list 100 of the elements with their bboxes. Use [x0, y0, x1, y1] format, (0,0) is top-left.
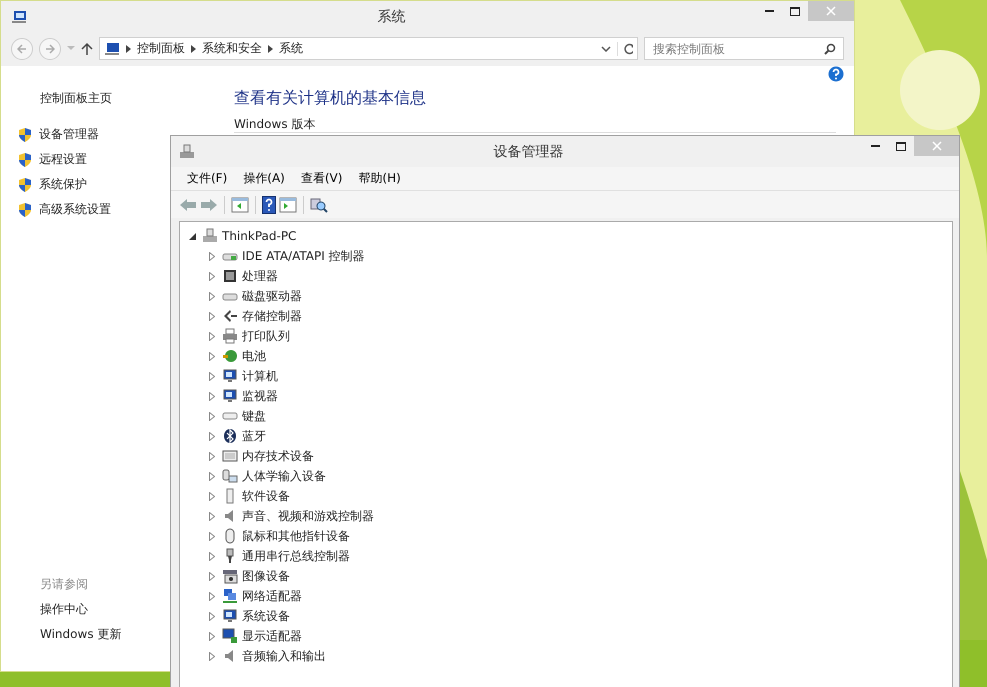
minimize-icon	[870, 144, 880, 148]
shield-icon	[17, 202, 33, 218]
tree-item[interactable]: IDE ATA/ATAPI 控制器	[242, 248, 365, 264]
search-icon[interactable]	[824, 43, 836, 55]
sidebar-link[interactable]: Windows 更新	[17, 622, 122, 647]
expand-arrow-icon[interactable]	[206, 612, 218, 620]
tree-item[interactable]: 系统设备	[242, 608, 290, 624]
tree-item[interactable]: 键盘	[242, 408, 266, 424]
tree-item[interactable]: 处理器	[242, 268, 278, 284]
bluetooth-icon	[222, 428, 238, 444]
tree-item[interactable]: 音频输入和输出	[242, 648, 326, 664]
tree-item[interactable]: 软件设备	[242, 488, 290, 504]
tree-item[interactable]: 打印队列	[242, 328, 290, 344]
console-tree-button[interactable]	[231, 196, 249, 212]
window-title: 系统	[376, 8, 406, 26]
printer-icon	[222, 328, 238, 344]
expand-arrow-icon[interactable]	[206, 572, 218, 580]
computer-icon	[11, 9, 27, 25]
expand-arrow-icon[interactable]	[206, 532, 218, 540]
computer-icon	[222, 368, 238, 384]
memory-card-icon	[222, 448, 238, 464]
expand-arrow-icon[interactable]	[206, 632, 218, 640]
expand-arrow-icon[interactable]	[206, 432, 218, 440]
tree-item[interactable]: 电池	[242, 348, 266, 364]
menu-item[interactable]: 帮助(H)	[350, 168, 409, 189]
minimize-icon	[764, 10, 774, 12]
address-bar[interactable]: 控制面板 系统和安全 系统	[99, 37, 638, 60]
forward-arrow-icon	[45, 44, 55, 54]
tree-item[interactable]: 计算机	[242, 368, 278, 384]
expand-arrow-icon[interactable]	[206, 272, 218, 280]
menu-item[interactable]: 文件(F)	[179, 168, 236, 189]
sidebar-link[interactable]: 设备管理器	[17, 122, 99, 147]
computer-icon	[104, 40, 120, 56]
sidebar-link[interactable]: 操作中心	[17, 597, 88, 622]
menu-item[interactable]: 查看(V)	[292, 168, 350, 189]
sidebar-link[interactable]: 高级系统设置	[17, 197, 111, 222]
chevron-icon	[268, 44, 273, 52]
sidebar-link[interactable]: 远程设置	[17, 147, 87, 172]
maximize-icon	[896, 142, 906, 150]
expand-arrow-icon[interactable]	[206, 452, 218, 460]
shield-icon	[17, 126, 33, 142]
breadcrumb[interactable]: 控制面板	[137, 40, 185, 57]
tree-item[interactable]: 内存技术设备	[242, 448, 314, 464]
tree-item[interactable]: 声音、视频和游戏控制器	[242, 508, 374, 524]
computer-icon	[202, 228, 218, 244]
action-pane-button[interactable]	[279, 196, 297, 212]
breadcrumb[interactable]: 系统	[279, 40, 303, 57]
expand-arrow-icon[interactable]	[206, 552, 218, 560]
tree-item[interactable]: ThinkPad-PC	[222, 229, 296, 243]
expand-arrow-icon[interactable]	[206, 312, 218, 320]
refresh-icon[interactable]	[617, 42, 633, 56]
tree-item[interactable]: 监视器	[242, 388, 278, 404]
expand-arrow-icon[interactable]	[206, 352, 218, 360]
network-icon	[222, 588, 238, 604]
maximize-icon	[790, 6, 800, 16]
tree-item[interactable]: 图像设备	[242, 568, 290, 584]
chevron-icon	[126, 44, 131, 52]
tree-item[interactable]: 磁盘驱动器	[242, 288, 302, 304]
help-icon[interactable]	[828, 66, 844, 82]
breadcrumb[interactable]: 系统和安全	[202, 40, 262, 57]
camera-icon	[222, 568, 238, 584]
expand-arrow-icon[interactable]	[206, 252, 218, 260]
expand-arrow-icon[interactable]	[206, 652, 218, 660]
forward-button[interactable]	[200, 198, 218, 212]
close-icon	[932, 141, 942, 151]
computer-icon	[222, 608, 238, 624]
back-button[interactable]	[11, 38, 33, 60]
expand-arrow-icon[interactable]	[206, 472, 218, 480]
monitor-icon	[222, 388, 238, 404]
page-heading: 查看有关计算机的基本信息	[234, 88, 427, 109]
menu-item[interactable]: 操作(A)	[235, 168, 293, 189]
tree-item[interactable]: 通用串行总线控制器	[242, 548, 350, 564]
back-button[interactable]	[179, 198, 197, 212]
expand-arrow-icon[interactable]	[206, 412, 218, 420]
expand-arrow-icon[interactable]	[206, 332, 218, 340]
shield-icon	[17, 176, 33, 192]
expand-arrow-icon[interactable]	[206, 492, 218, 500]
dropdown-icon[interactable]	[601, 46, 611, 52]
expand-arrow-icon[interactable]	[206, 372, 218, 380]
sidebar-link[interactable]: 控制面板主页	[17, 86, 112, 111]
tree-item[interactable]: 人体学输入设备	[242, 468, 326, 484]
arrow-icon	[222, 308, 238, 324]
tree-item[interactable]: 存储控制器	[242, 308, 302, 324]
scan-hardware-button[interactable]	[310, 196, 328, 212]
expand-arrow-icon[interactable]	[206, 512, 218, 520]
window-title: 设备管理器	[492, 142, 564, 160]
up-button[interactable]	[81, 42, 93, 56]
sidebar-link[interactable]: 系统保护	[17, 172, 87, 197]
tree-item[interactable]: 鼠标和其他指针设备	[242, 528, 350, 544]
help-button[interactable]	[262, 196, 276, 214]
tree-item[interactable]: 网络适配器	[242, 588, 302, 604]
search-field[interactable]: 搜索控制面板	[644, 37, 844, 60]
expand-arrow-icon[interactable]	[206, 392, 218, 400]
computer-icon	[179, 144, 195, 160]
tree-item[interactable]: 蓝牙	[242, 428, 266, 444]
expand-arrow-icon[interactable]	[206, 592, 218, 600]
expand-arrow-icon[interactable]	[206, 292, 218, 300]
close-icon	[826, 6, 836, 16]
forward-button[interactable]	[39, 38, 61, 60]
tree-item[interactable]: 显示适配器	[242, 628, 302, 644]
